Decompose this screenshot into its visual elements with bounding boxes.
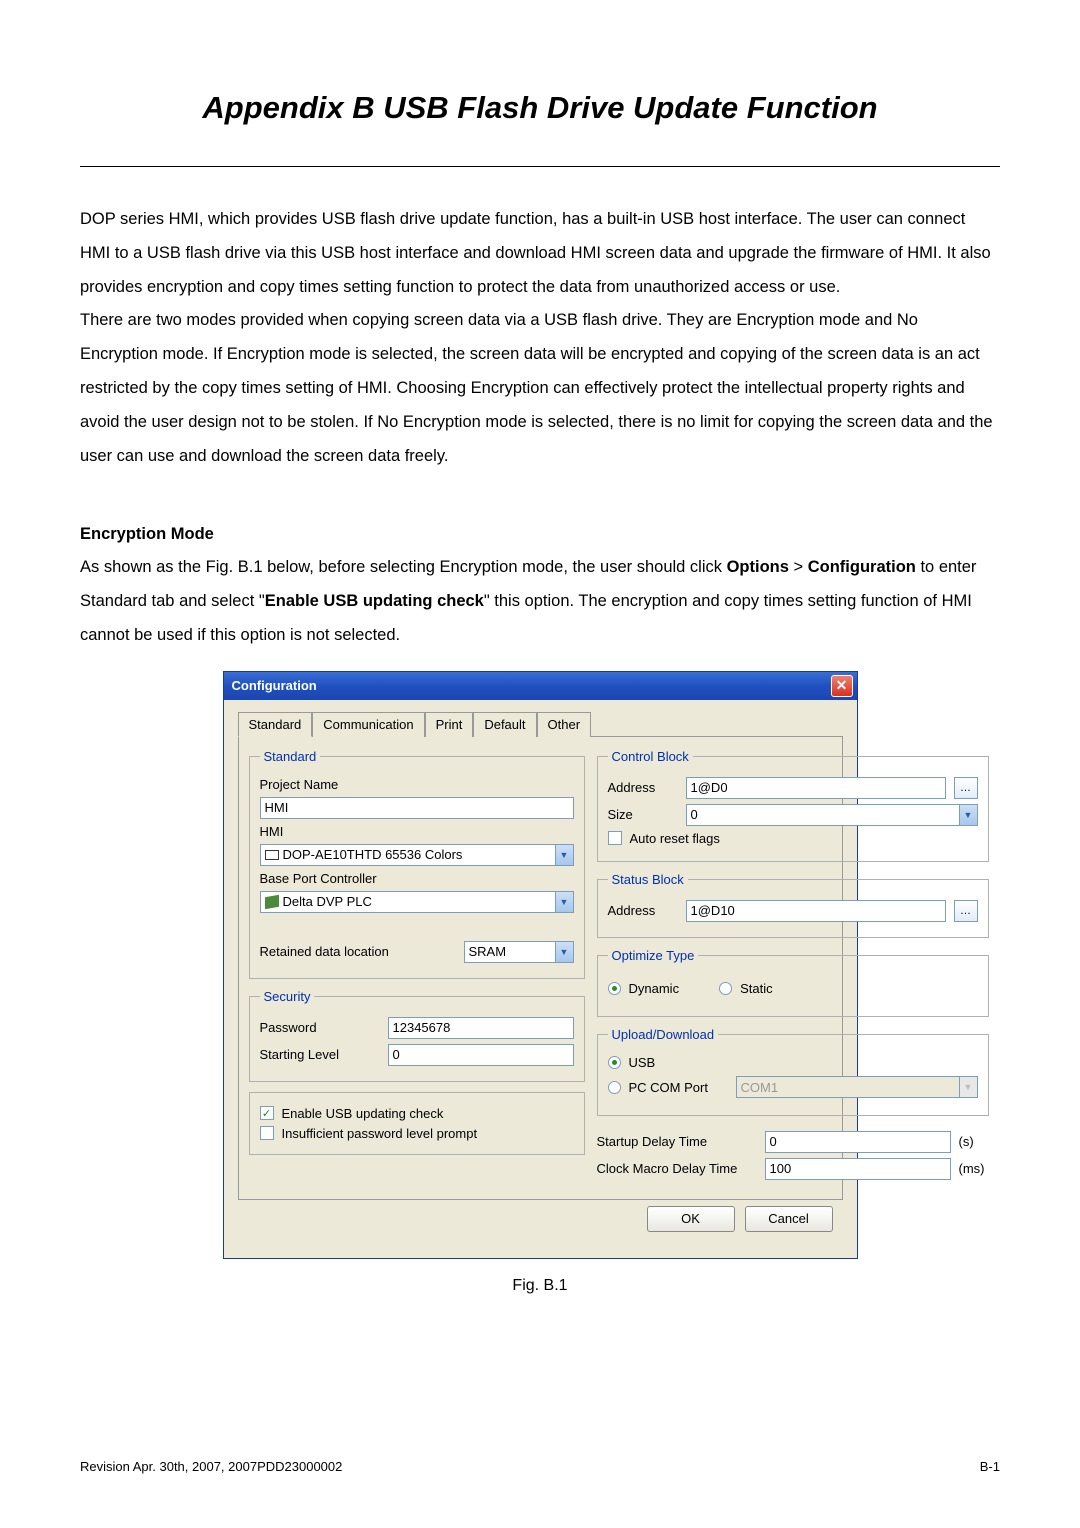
- dialog-title: Configuration: [232, 678, 317, 693]
- ellipsis-icon: …: [960, 905, 971, 917]
- page-footer: Revision Apr. 30th, 2007, 2007PDD2300000…: [80, 1459, 1000, 1474]
- footer-right: B-1: [980, 1459, 1000, 1474]
- chevron-down-icon: ▼: [555, 845, 573, 865]
- optimize-group: Optimize Type Dynamic Static: [597, 948, 989, 1017]
- chevron-down-icon: ▼: [959, 805, 977, 825]
- tab-strip: Standard Communication Print Default Oth…: [238, 712, 843, 737]
- control-block-legend: Control Block: [608, 749, 693, 764]
- upload-legend: Upload/Download: [608, 1027, 719, 1042]
- starting-level-label: Starting Level: [260, 1047, 380, 1062]
- insufficient-pwd-label: Insufficient password level prompt: [282, 1126, 478, 1141]
- radio-icon: [719, 982, 732, 995]
- chevron-down-icon: ▼: [959, 1077, 977, 1097]
- control-block-group: Control Block Address … Size 0 ▼: [597, 749, 989, 862]
- startup-delay-label: Startup Delay Time: [597, 1134, 757, 1149]
- project-name-input[interactable]: [260, 797, 574, 819]
- password-label: Password: [260, 1020, 380, 1035]
- body-text: DOP series HMI, which provides USB flash…: [80, 203, 1000, 653]
- chevron-down-icon: ▼: [555, 942, 573, 962]
- optimize-static-radio[interactable]: Static: [719, 981, 773, 996]
- retained-combo[interactable]: SRAM ▼: [464, 941, 574, 963]
- security-group: Security Password Starting Level: [249, 989, 585, 1082]
- radio-icon: [608, 982, 621, 995]
- page-title: Appendix B USB Flash Drive Update Functi…: [80, 90, 1000, 126]
- base-port-label: Base Port Controller: [260, 871, 377, 886]
- sb-address-input[interactable]: [686, 900, 946, 922]
- tab-communication[interactable]: Communication: [312, 712, 424, 737]
- project-name-label: Project Name: [260, 777, 339, 792]
- sb-address-label: Address: [608, 903, 678, 918]
- cb-address-browse-button[interactable]: …: [954, 777, 978, 799]
- checkbox-icon: [260, 1126, 274, 1140]
- hmi-label: HMI: [260, 824, 284, 839]
- status-block-group: Status Block Address …: [597, 872, 989, 938]
- radio-icon: [608, 1056, 621, 1069]
- upload-usb-radio[interactable]: USB: [608, 1055, 978, 1070]
- hmi-icon: [265, 850, 279, 860]
- retained-label: Retained data location: [260, 944, 456, 959]
- security-legend: Security: [260, 989, 315, 1004]
- figure-caption: Fig. B.1: [80, 1277, 1000, 1295]
- startup-delay-unit: (s): [959, 1134, 989, 1149]
- checkbox-icon: ✓: [260, 1106, 274, 1120]
- standard-legend: Standard: [260, 749, 321, 764]
- tab-default[interactable]: Default: [473, 712, 536, 737]
- cb-address-input[interactable]: [686, 777, 946, 799]
- paragraph-2: There are two modes provided when copyin…: [80, 304, 1000, 473]
- base-port-combo[interactable]: Delta DVP PLC ▼: [260, 891, 574, 913]
- configuration-dialog: Configuration ✕ Standard Communication P…: [223, 671, 858, 1259]
- paragraph-3: As shown as the Fig. B.1 below, before s…: [80, 551, 1000, 652]
- enable-usb-row[interactable]: ✓ Enable USB updating check: [260, 1106, 574, 1121]
- title-rule: [80, 166, 1000, 167]
- optimize-legend: Optimize Type: [608, 948, 699, 963]
- plc-icon: [265, 895, 279, 909]
- clock-delay-label: Clock Macro Delay Time: [597, 1161, 757, 1176]
- auto-reset-label: Auto reset flags: [630, 831, 720, 846]
- tab-standard[interactable]: Standard: [238, 712, 313, 737]
- close-icon: ✕: [836, 677, 848, 694]
- ellipsis-icon: …: [960, 782, 971, 794]
- cb-address-label: Address: [608, 780, 678, 795]
- close-button[interactable]: ✕: [831, 675, 853, 697]
- cb-size-combo[interactable]: 0 ▼: [686, 804, 978, 826]
- footer-left: Revision Apr. 30th, 2007, 2007PDD2300000…: [80, 1459, 342, 1474]
- password-input[interactable]: [388, 1017, 574, 1039]
- ok-button[interactable]: OK: [647, 1206, 735, 1232]
- paragraph-1: DOP series HMI, which provides USB flash…: [80, 203, 1000, 304]
- cb-size-label: Size: [608, 807, 678, 822]
- enable-usb-label: Enable USB updating check: [282, 1106, 444, 1121]
- tab-other[interactable]: Other: [537, 712, 592, 737]
- sb-address-browse-button[interactable]: …: [954, 900, 978, 922]
- insufficient-pwd-row[interactable]: Insufficient password level prompt: [260, 1126, 574, 1141]
- clock-delay-input[interactable]: [765, 1158, 951, 1180]
- cancel-button[interactable]: Cancel: [745, 1206, 833, 1232]
- checkbox-icon: [608, 831, 622, 845]
- chevron-down-icon: ▼: [555, 892, 573, 912]
- starting-level-input[interactable]: [388, 1044, 574, 1066]
- startup-delay-input[interactable]: [765, 1131, 951, 1153]
- radio-icon: [608, 1081, 621, 1094]
- upload-group: Upload/Download USB PC COM Port COM1: [597, 1027, 989, 1116]
- upload-pc-radio[interactable]: PC COM Port: [608, 1080, 728, 1095]
- optimize-dynamic-radio[interactable]: Dynamic: [608, 981, 680, 996]
- standard-group: Standard Project Name HMI DOP-AE10THTD 6…: [249, 749, 585, 979]
- status-block-legend: Status Block: [608, 872, 688, 887]
- hmi-combo[interactable]: DOP-AE10THTD 65536 Colors ▼: [260, 844, 574, 866]
- com-port-combo: COM1 ▼: [736, 1076, 978, 1098]
- auto-reset-row[interactable]: Auto reset flags: [608, 831, 978, 846]
- clock-delay-unit: (ms): [959, 1161, 989, 1176]
- tab-print[interactable]: Print: [425, 712, 474, 737]
- dialog-titlebar: Configuration ✕: [224, 672, 857, 700]
- section-heading: Encryption Mode: [80, 518, 1000, 552]
